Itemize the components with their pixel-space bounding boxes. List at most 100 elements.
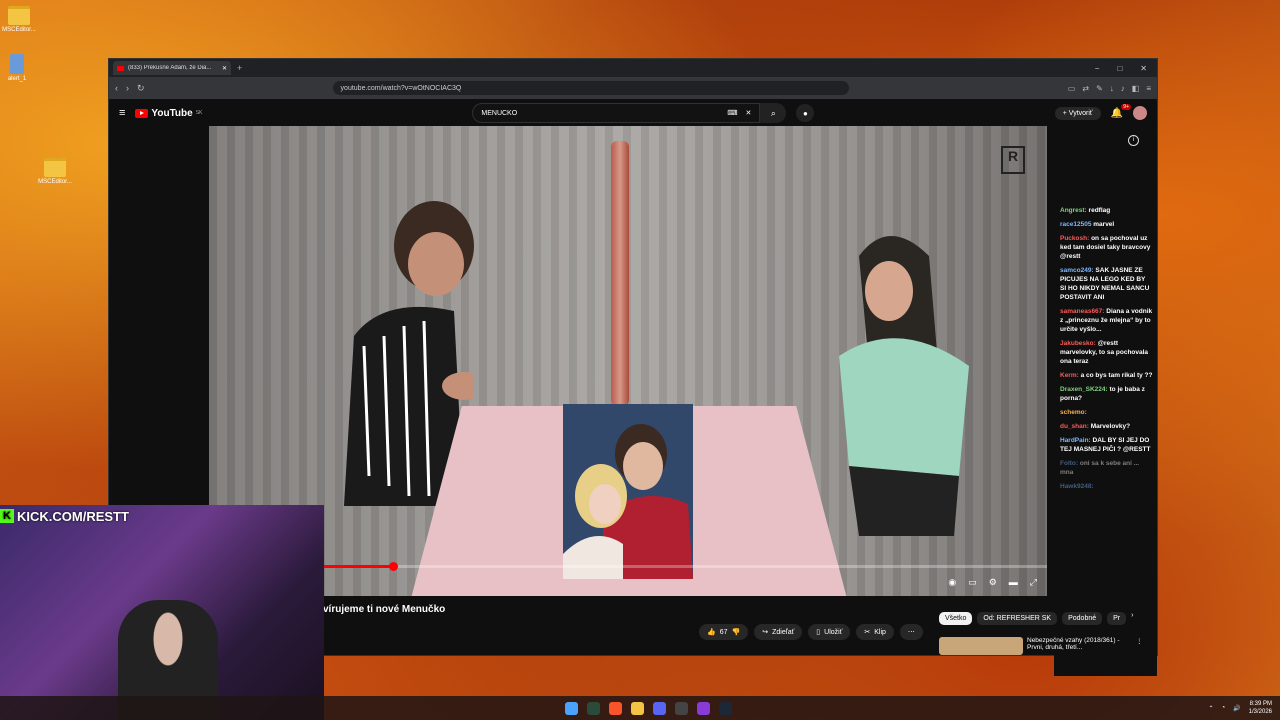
chat-username[interactable]: samaneas667:: [1060, 308, 1104, 315]
related-title[interactable]: Nebezpečné vzahy (2018/361) - Prvni, dru…: [1027, 637, 1132, 655]
translate-icon[interactable]: ⇄: [1082, 84, 1089, 93]
create-label: Vytvoriť: [1068, 109, 1093, 117]
avatar[interactable]: [1133, 106, 1147, 120]
video-player[interactable]: R ◉ ▭ ⚙ ▬ ⤢: [209, 126, 1047, 596]
chat-username[interactable]: Draxen_SK224:: [1060, 386, 1108, 393]
settings-gear-icon[interactable]: ⚙: [989, 577, 997, 588]
close-tab-icon[interactable]: ✕: [222, 65, 227, 72]
desktop-icon-folder[interactable]: MSCEditor...: [0, 6, 54, 33]
chat-username[interactable]: Angrest:: [1060, 207, 1087, 214]
hamburger-menu-icon[interactable]: ≡: [119, 107, 125, 119]
webcam-overlay: [0, 505, 324, 720]
youtube-favicon-icon: [117, 65, 124, 71]
clock-date: 1/3/2026: [1248, 709, 1272, 715]
tab-bar: (833) Prekusne Adam, že Dia... ✕ + − □ ✕: [109, 59, 1157, 77]
thumbs-down-icon[interactable]: 👎: [732, 628, 741, 636]
search-box[interactable]: MENUCKO ⌨ ✕: [472, 103, 761, 123]
chat-message: samaneas667: Diana a vodnik z „princeznu…: [1060, 307, 1153, 334]
desktop-icon-label: MSCEditor...: [38, 179, 72, 185]
network-icon[interactable]: ◔: [1222, 705, 1226, 711]
maximize-button[interactable]: □: [1117, 64, 1122, 73]
chat-username[interactable]: HardPain:: [1060, 437, 1091, 444]
search-button[interactable]: ⌕: [760, 103, 787, 123]
discord-icon[interactable]: [653, 701, 666, 715]
desktop-icon-recycle[interactable]: alert_1: [0, 54, 52, 82]
chat-username[interactable]: Folto:: [1060, 460, 1078, 467]
chat-text: a co bys tam rikal ty ??: [1080, 372, 1153, 379]
recommendation-chips: Všetko Od: REFRESHER SK Podobné Pr ›: [939, 612, 1133, 625]
chat-username[interactable]: Puckosh:: [1060, 235, 1089, 242]
brave-browser-icon[interactable]: [609, 701, 622, 715]
fullscreen-icon[interactable]: ⤢: [1030, 577, 1037, 588]
live-chat-panel: i Angrest: redflag race12505 marvel Puckos…: [1054, 126, 1157, 676]
microphone-icon[interactable]: ●: [796, 104, 815, 122]
address-bar: ‹ › ↻ youtube.com/watch?v=wOtNOCIAC3Q ▭ …: [109, 77, 1157, 99]
chat-message: schemo:: [1060, 408, 1153, 417]
clip-button[interactable]: ✂ Klip: [856, 624, 894, 640]
edit-icon[interactable]: ✎: [1096, 84, 1103, 93]
save-button[interactable]: ▯ Uložiť: [808, 624, 851, 640]
menu-icon[interactable]: ≡: [1146, 84, 1151, 93]
tray-chevron-icon[interactable]: ⌃: [1209, 705, 1214, 712]
explorer-icon[interactable]: [631, 701, 644, 715]
back-icon[interactable]: ‹: [115, 83, 118, 93]
extensions-icon[interactable]: ◧: [1132, 84, 1140, 93]
minimize-button[interactable]: −: [1095, 64, 1100, 73]
obs-icon[interactable]: [675, 701, 688, 715]
create-button[interactable]: + Vytvoriť: [1054, 106, 1101, 120]
share-button[interactable]: ↪ Zdieľať: [754, 624, 803, 640]
more-vert-icon[interactable]: ⋮: [1136, 637, 1143, 655]
chat-username[interactable]: schemo:: [1060, 409, 1087, 416]
scissors-icon: ✂: [864, 629, 871, 636]
chip-similar[interactable]: Podobné: [1062, 612, 1103, 625]
new-tab-button[interactable]: +: [237, 63, 242, 73]
chip-more[interactable]: Pr: [1107, 612, 1127, 625]
subtitles-icon[interactable]: ▭: [968, 577, 977, 588]
terminal-icon[interactable]: [587, 701, 600, 715]
chat-text: redflag: [1088, 207, 1111, 214]
keyboard-icon[interactable]: ⌨: [727, 109, 737, 117]
youtube-logo[interactable]: YouTube SK: [135, 108, 202, 119]
chat-username[interactable]: Kerm:: [1060, 372, 1079, 379]
chevron-right-icon[interactable]: ›: [1131, 612, 1133, 625]
info-icon[interactable]: i: [1128, 135, 1139, 146]
chat-message: Folto: oni sa k sebe ani ... mna: [1060, 459, 1153, 477]
theater-mode-icon[interactable]: ▬: [1009, 577, 1018, 588]
app-icon[interactable]: [697, 701, 710, 715]
like-button[interactable]: 👍 67 👎: [699, 624, 749, 640]
kick-banner: K KICK.COM/RESTT: [0, 507, 129, 525]
close-window-button[interactable]: ✕: [1140, 64, 1147, 73]
video-progress-bar[interactable]: [209, 562, 1047, 571]
reload-icon[interactable]: ↻: [137, 83, 145, 94]
chip-from-channel[interactable]: Od: REFRESHER SK: [977, 612, 1058, 625]
more-actions-button[interactable]: ⋯: [899, 624, 923, 640]
music-icon[interactable]: ♪: [1121, 84, 1125, 93]
download-icon[interactable]: ↓: [1110, 84, 1114, 93]
windows-start-icon[interactable]: [565, 701, 578, 715]
notifications-bell-icon[interactable]: 🔔 9+: [1111, 103, 1131, 119]
youtube-header: ≡ YouTube SK MENUCKO ⌨ ✕ ⌕ ● + Vytvoriť …: [109, 99, 1157, 127]
clock[interactable]: 8:39 PM 1/3/2026: [1249, 700, 1272, 716]
chat-username[interactable]: Hawk9248:: [1060, 483, 1094, 490]
chip-all[interactable]: Všetko: [939, 612, 973, 625]
chat-message: Draxen_SK224: to je baba z porna?: [1060, 385, 1153, 403]
clear-search-icon[interactable]: ✕: [746, 109, 752, 117]
forward-icon[interactable]: ›: [126, 83, 129, 93]
steam-icon[interactable]: [719, 701, 732, 715]
desktop-icon-zip[interactable]: MSCEditor...: [20, 158, 90, 185]
search-input[interactable]: MENUCKO: [481, 110, 719, 117]
like-count: 67: [719, 628, 728, 636]
chat-message: Kerm: a co bys tam rikal ty ??: [1060, 371, 1153, 380]
browser-tab[interactable]: (833) Prekusne Adam, že Dia... ✕: [113, 61, 231, 75]
url-field[interactable]: youtube.com/watch?v=wOtNOCIAC3Q: [332, 81, 849, 95]
chat-username[interactable]: Jakubesko:: [1060, 340, 1096, 347]
related-video-item[interactable]: Nebezpečné vzahy (2018/361) - Prvni, dru…: [939, 637, 1143, 655]
chat-username[interactable]: samco249:: [1060, 267, 1094, 274]
cast-icon[interactable]: ▭: [1068, 84, 1076, 93]
chat-username[interactable]: race12505: [1060, 221, 1091, 228]
chat-username[interactable]: du_shan:: [1060, 423, 1089, 430]
autoplay-toggle[interactable]: ◉: [948, 577, 956, 588]
related-thumbnail[interactable]: [939, 637, 1023, 655]
video-divider-panel: [611, 141, 629, 406]
volume-icon[interactable]: 🔊: [1233, 705, 1240, 712]
